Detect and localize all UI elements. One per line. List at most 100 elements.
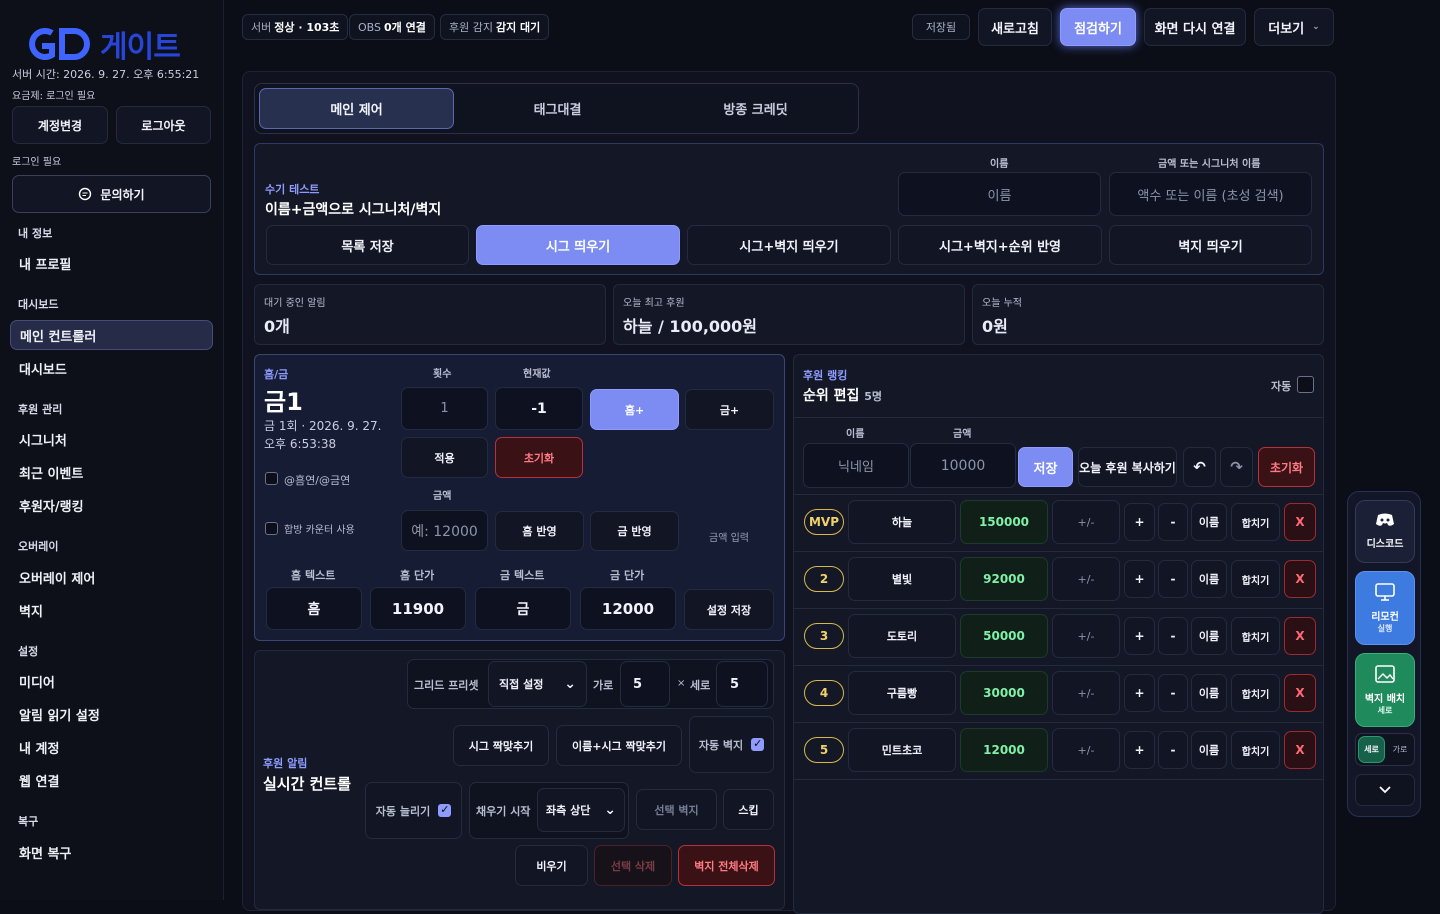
- manual-amount-input[interactable]: 액수 또는 이름 (초성 검색): [1109, 172, 1312, 216]
- plus-button[interactable]: +: [1124, 503, 1155, 541]
- copy-today-button[interactable]: 오늘 후원 복사하기: [1078, 447, 1177, 487]
- skip-button[interactable]: 스킵: [723, 789, 774, 830]
- reconnect-button[interactable]: 화면 다시 연결: [1144, 8, 1246, 46]
- inspect-button[interactable]: 점검하기: [1060, 8, 1136, 46]
- heum-reflect-button[interactable]: 흠 반영: [495, 511, 584, 551]
- plus-button[interactable]: +: [1124, 617, 1155, 655]
- combine-button[interactable]: 합치기: [1231, 617, 1280, 655]
- rename-button[interactable]: 이름: [1191, 617, 1227, 655]
- delete-selected-button[interactable]: 선택 삭제: [594, 845, 672, 886]
- more-button[interactable]: 더보기 ⌄: [1254, 8, 1334, 46]
- rename-button[interactable]: 이름: [1191, 503, 1227, 541]
- rename-button[interactable]: 이름: [1191, 560, 1227, 598]
- combined-counter-checkbox[interactable]: [265, 522, 278, 535]
- grid-preset-select[interactable]: 직접 설정 ⌄: [488, 661, 587, 707]
- show-sig-wall-rank-button[interactable]: 시그+벽지+순위 반영: [898, 225, 1102, 265]
- adjust-amount-input[interactable]: +/-: [1052, 671, 1120, 715]
- nav-item-alert-reading[interactable]: 알림 읽기 설정: [10, 699, 213, 729]
- remove-row-button[interactable]: X: [1284, 560, 1316, 598]
- donor-amount[interactable]: 50000: [960, 614, 1048, 658]
- donor-name[interactable]: 민트초코: [848, 728, 956, 772]
- minus-button[interactable]: -: [1158, 560, 1188, 598]
- sig-match-button[interactable]: 시그 짝맞추기: [453, 725, 549, 766]
- save-settings-button[interactable]: 설정 저장: [684, 589, 774, 630]
- rename-button[interactable]: 이름: [1191, 674, 1227, 712]
- adjust-amount-input[interactable]: +/-: [1052, 614, 1120, 658]
- minus-button[interactable]: -: [1158, 674, 1188, 712]
- count-input[interactable]: 1: [401, 387, 488, 430]
- grid-width-input[interactable]: 5: [620, 661, 670, 707]
- nav-item-media[interactable]: 미디어: [10, 666, 213, 696]
- auto-wall-checkbox[interactable]: [751, 737, 765, 751]
- adjust-amount-input[interactable]: +/-: [1052, 728, 1120, 772]
- ranking-auto-checkbox[interactable]: [1297, 376, 1314, 393]
- geum-price-input[interactable]: 12000: [580, 587, 676, 630]
- switch-account-button[interactable]: 계정변경: [12, 106, 108, 144]
- nav-item-my-account[interactable]: 내 계정: [10, 732, 213, 762]
- remote-button[interactable]: 리모컨 실행: [1355, 571, 1415, 645]
- remove-row-button[interactable]: X: [1284, 503, 1316, 541]
- tab-main-control[interactable]: 메인 제어: [259, 88, 454, 129]
- ranking-nick-input[interactable]: 닉네임: [803, 443, 909, 488]
- combine-button[interactable]: 합치기: [1231, 674, 1280, 712]
- nav-item-recent-events[interactable]: 최근 이벤트: [10, 457, 213, 487]
- reset-counter-button[interactable]: 초기화: [495, 437, 583, 478]
- manual-name-input[interactable]: 이름: [898, 172, 1101, 216]
- donor-amount[interactable]: 30000: [960, 671, 1048, 715]
- rename-button[interactable]: 이름: [1191, 731, 1227, 769]
- refresh-button[interactable]: 새로고침: [978, 8, 1052, 46]
- donor-amount[interactable]: 12000: [960, 728, 1048, 772]
- nick-checkbox[interactable]: [265, 472, 278, 485]
- combine-button[interactable]: 합치기: [1231, 503, 1280, 541]
- plus-button[interactable]: +: [1124, 731, 1155, 769]
- name-sig-match-button[interactable]: 이름+시그 짝맞추기: [556, 725, 682, 766]
- geum-text-input[interactable]: 금: [475, 587, 571, 630]
- save-list-button[interactable]: 목록 저장: [266, 225, 469, 265]
- nav-item-wall[interactable]: 벽지: [10, 595, 213, 625]
- show-wall-button[interactable]: 벽지 띄우기: [1109, 225, 1312, 265]
- plus-button[interactable]: +: [1124, 674, 1155, 712]
- remove-row-button[interactable]: X: [1284, 731, 1316, 769]
- tab-tag-battle[interactable]: 태그대결: [460, 88, 655, 129]
- show-sig-wall-button[interactable]: 시그+벽지 띄우기: [687, 225, 891, 265]
- geum-reflect-button[interactable]: 금 반영: [590, 511, 679, 551]
- plus-button[interactable]: +: [1124, 560, 1155, 598]
- nav-item-main-controller[interactable]: 메인 컨트롤러: [10, 320, 213, 350]
- redo-button[interactable]: ↷: [1220, 447, 1253, 487]
- tab-credits[interactable]: 방종 크레딧: [658, 88, 853, 129]
- show-sig-button[interactable]: 시그 띄우기: [476, 225, 680, 265]
- minus-button[interactable]: -: [1158, 731, 1188, 769]
- discord-button[interactable]: 디스코드: [1355, 500, 1415, 563]
- nav-item-screen-restore[interactable]: 화면 복구: [10, 837, 213, 867]
- donor-amount[interactable]: 150000: [960, 500, 1048, 544]
- auto-grow-checkbox[interactable]: [438, 803, 452, 817]
- nav-item-overlay-control[interactable]: 오버레이 제어: [10, 562, 213, 592]
- minus-button[interactable]: -: [1158, 617, 1188, 655]
- donor-name[interactable]: 별빛: [848, 557, 956, 601]
- clear-button[interactable]: 비우기: [515, 845, 588, 886]
- heum-text-input[interactable]: 흠: [266, 587, 362, 630]
- donor-name[interactable]: 하늘: [848, 500, 956, 544]
- heum-price-input[interactable]: 11900: [370, 587, 466, 630]
- logout-button[interactable]: 로그아웃: [116, 106, 211, 144]
- delete-all-wall-button[interactable]: 벽지 전체삭제: [678, 845, 775, 886]
- nav-item-profile[interactable]: 내 프로필: [10, 248, 213, 278]
- donor-name[interactable]: 구름빵: [848, 671, 956, 715]
- combine-button[interactable]: 합치기: [1231, 731, 1280, 769]
- auto-wall-toggle[interactable]: 자동 벽지: [689, 716, 774, 773]
- ranking-save-button[interactable]: 저장: [1018, 447, 1073, 487]
- ranking-amount-input[interactable]: 10000: [910, 443, 1016, 488]
- donor-amount[interactable]: 92000: [960, 557, 1048, 601]
- adjust-amount-input[interactable]: +/-: [1052, 557, 1120, 601]
- undo-button[interactable]: ↶: [1183, 447, 1216, 487]
- geum-plus-button[interactable]: 금+: [685, 389, 774, 430]
- remove-row-button[interactable]: X: [1284, 674, 1316, 712]
- minus-button[interactable]: -: [1158, 503, 1188, 541]
- nav-item-donors-ranking[interactable]: 후원자/랭킹: [10, 490, 213, 520]
- adjust-amount-input[interactable]: +/-: [1052, 500, 1120, 544]
- donor-name[interactable]: 도토리: [848, 614, 956, 658]
- inquiry-button[interactable]: 문의하기: [12, 175, 211, 213]
- grid-height-input[interactable]: 5: [716, 661, 768, 707]
- heum-plus-button[interactable]: 흠+: [590, 389, 679, 430]
- ranking-reset-button[interactable]: 초기화: [1258, 447, 1315, 487]
